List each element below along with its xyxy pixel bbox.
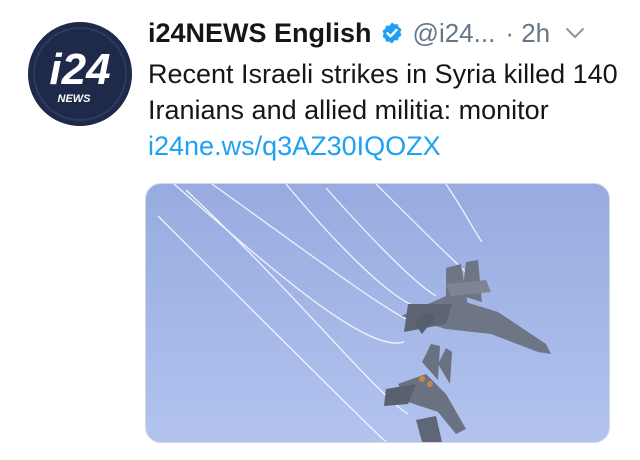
i24news-logo-icon: i24 NEWS bbox=[28, 22, 132, 126]
tweet-header: i24NEWS English @i24... · 2h bbox=[148, 14, 618, 52]
fighter-jets-photo bbox=[157, 184, 551, 442]
verified-badge-icon bbox=[380, 21, 404, 45]
tweet-link[interactable]: i24ne.ws/q3AZ30IQOZX bbox=[148, 131, 441, 161]
logo-subtext: NEWS bbox=[58, 93, 92, 105]
tweet-text: Recent Israeli strikes in Syria killed 1… bbox=[148, 59, 618, 125]
display-name[interactable]: i24NEWS English bbox=[148, 18, 372, 49]
logo-text: i24 bbox=[49, 45, 110, 94]
tweet-media-image[interactable] bbox=[145, 183, 610, 443]
profile-avatar[interactable]: i24 NEWS bbox=[28, 22, 132, 126]
tweet-card[interactable]: i24 NEWS i24NEWS English @i24... · 2h Re… bbox=[0, 0, 640, 460]
chevron-down-icon[interactable] bbox=[564, 22, 586, 44]
tweet-body: Recent Israeli strikes in Syria killed 1… bbox=[148, 56, 618, 164]
timestamp[interactable]: · 2h bbox=[505, 18, 550, 49]
user-handle[interactable]: @i24... bbox=[413, 18, 496, 49]
